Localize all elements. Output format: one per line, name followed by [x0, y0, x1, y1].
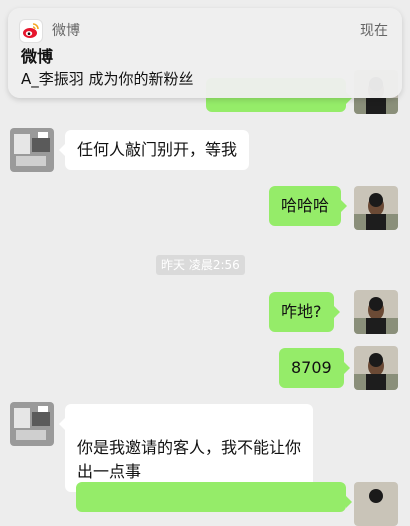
my-avatar[interactable]: [354, 186, 398, 230]
message-bubble-outgoing[interactable]: 哈哈哈: [269, 186, 348, 226]
notification-title: 微博: [21, 47, 54, 66]
contact-avatar[interactable]: [10, 402, 54, 446]
message-text: 你是我邀请的客人，我不能让你 出一点事: [77, 438, 302, 481]
notification-app-name: 微博: [52, 23, 80, 39]
my-avatar[interactable]: [354, 290, 398, 334]
message-text: 8709: [291, 358, 332, 377]
message-bubble-outgoing[interactable]: 咋地?: [269, 292, 339, 332]
notification-time: 现在: [360, 23, 388, 39]
message-bubble-outgoing[interactable]: [76, 482, 352, 512]
message-bubble-incoming[interactable]: 任何人敲门别开，等我: [58, 130, 250, 170]
message-text: 任何人敲门别开，等我: [77, 140, 238, 159]
chat-timestamp: 昨天 凌晨2:56: [156, 255, 245, 275]
notification-banner[interactable]: 微博 现在 微博 A_李振羽 成为你的新粉丝: [8, 8, 402, 98]
contact-avatar[interactable]: [10, 128, 54, 172]
message-bubble-outgoing[interactable]: 8709: [279, 348, 350, 388]
my-avatar[interactable]: [354, 482, 398, 526]
my-avatar[interactable]: [354, 346, 398, 390]
weibo-icon: [20, 20, 42, 42]
message-text: 咋地?: [281, 302, 322, 321]
notification-body: A_李振羽 成为你的新粉丝: [21, 70, 194, 88]
message-bubble-incoming[interactable]: 你是我邀请的客人，我不能让你 出一点事: [58, 404, 314, 492]
message-text: 哈哈哈: [281, 196, 330, 215]
